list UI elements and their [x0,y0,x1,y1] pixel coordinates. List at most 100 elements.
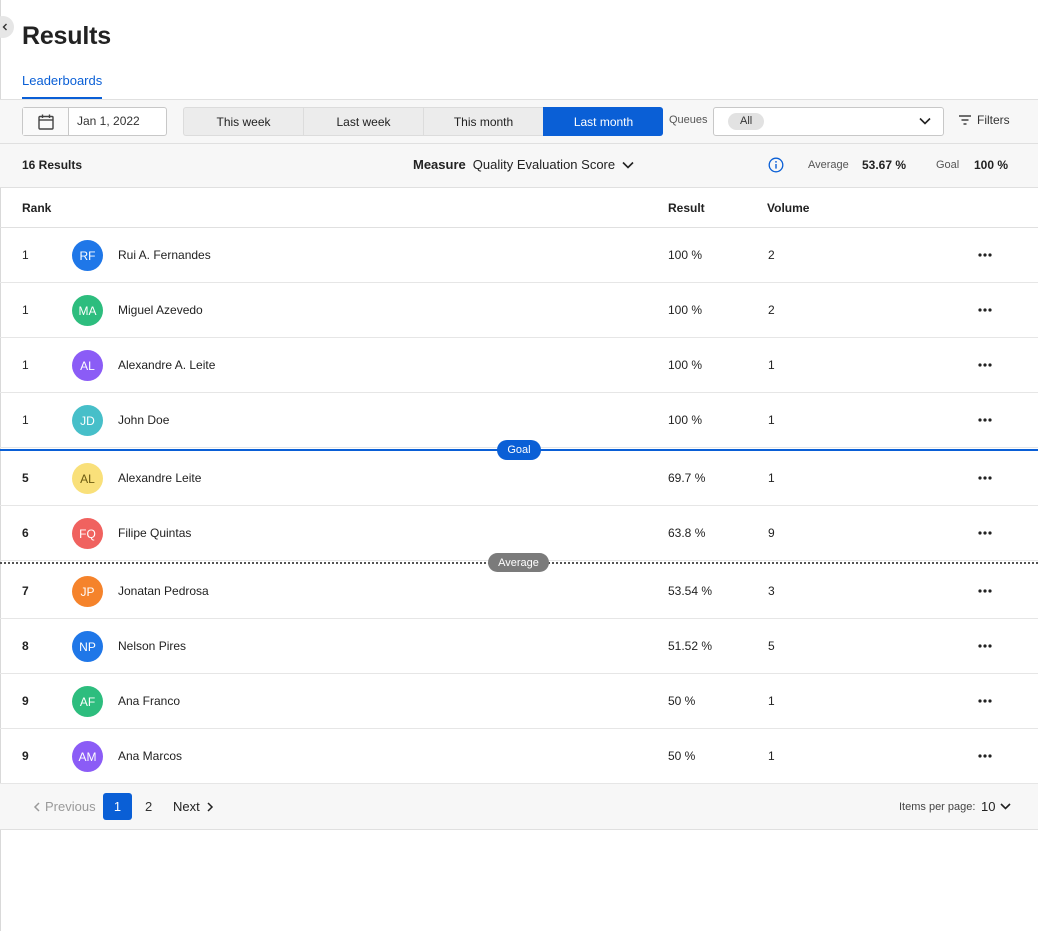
table-row[interactable]: 9 AF Ana Franco 50 % 1 [0,674,1038,729]
filters-button[interactable]: Filters [958,113,1010,127]
avatar: JP [72,576,103,607]
items-per-page-select[interactable]: 10 [981,799,1012,814]
agent-name: Ana Marcos [118,749,183,763]
more-options-button[interactable] [976,357,994,373]
agent-name: Miguel Azevedo [118,303,203,317]
date-value[interactable]: Jan 1, 2022 [69,108,140,135]
result-cell: 50 % [668,749,696,763]
measure-label: Measure [413,157,466,172]
more-options-button[interactable] [976,583,994,599]
page-1-button[interactable]: 1 [103,793,132,820]
filter-icon [959,115,971,125]
more-options-button[interactable] [976,302,994,318]
table-row[interactable]: 7 JP Jonatan Pedrosa 53.54 % 3 [0,564,1038,619]
items-per-page-label: Items per page: [899,801,976,813]
period-last-week-button[interactable]: Last week [303,107,423,136]
average-label: Average [808,159,849,171]
table-row[interactable]: 9 AM Ana Marcos 50 % 1 [0,729,1038,784]
result-cell: 69.7 % [668,471,706,485]
measure-value[interactable]: Quality Evaluation Score [473,157,615,172]
table-row[interactable]: 1 RF Rui A. Fernandes 100 % 2 [0,228,1038,283]
period-this-week-button[interactable]: This week [183,107,303,136]
result-cell: 51.52 % [668,639,713,653]
table-row[interactable]: 1 AL Alexandre A. Leite 100 % 1 [0,338,1038,393]
column-header-result: Result [668,201,705,215]
more-options-button[interactable] [976,748,994,764]
tab-bar: Leaderboards [0,68,1038,100]
chevron-left-icon [33,801,40,812]
column-header-volume: Volume [767,201,810,215]
more-horizontal-icon [978,644,992,648]
volume-cell: 1 [768,358,775,372]
results-count: 16 Results [22,158,83,172]
rank-cell: 9 [22,694,29,708]
table-header: Rank Result Volume [0,188,1038,228]
measure-select[interactable]: Measure Quality Evaluation Score [413,157,634,172]
rank-cell: 6 [22,526,29,540]
more-options-button[interactable] [976,638,994,654]
page-title: Results [22,22,111,50]
period-last-month-button[interactable]: Last month [543,107,663,136]
page-2-button[interactable]: 2 [145,799,152,814]
goal-label: Goal [936,159,960,171]
more-horizontal-icon [978,253,992,257]
info-icon[interactable] [768,157,784,173]
volume-cell: 5 [768,639,775,653]
table-row[interactable]: 8 NP Nelson Pires 51.52 % 5 [0,619,1038,674]
period-this-month-button[interactable]: This month [423,107,543,136]
avatar: FQ [72,518,103,549]
queues-select[interactable]: All [713,107,944,136]
tab-leaderboards[interactable]: Leaderboards [22,73,103,99]
chevron-down-icon [1000,803,1012,810]
agent-name: Filipe Quintas [118,526,192,540]
toolbar: Jan 1, 2022 This week Last week This mon… [0,100,1038,144]
average-value: 53.67 % [862,158,907,172]
volume-cell: 1 [768,471,775,485]
next-button[interactable]: Next [173,799,214,814]
more-options-button[interactable] [976,525,994,541]
avatar: AM [72,741,103,772]
agent-name: Jonatan Pedrosa [118,584,209,598]
rank-cell: 1 [22,303,29,317]
result-cell: 100 % [668,303,703,317]
more-horizontal-icon [978,754,992,758]
date-picker[interactable]: Jan 1, 2022 [22,107,167,136]
agent-name: John Doe [118,413,170,427]
chevron-right-icon [207,801,213,812]
avatar: AF [72,686,103,717]
avatar: JD [72,405,103,436]
previous-button[interactable]: Previous [33,799,96,814]
goal-badge: Goal [497,440,541,460]
more-horizontal-icon [978,699,992,703]
table-row[interactable]: 1 MA Miguel Azevedo 100 % 2 [0,283,1038,338]
summary-bar: 16 Results Measure Quality Evaluation Sc… [0,144,1038,188]
result-cell: 63.8 % [668,526,706,540]
volume-cell: 2 [768,303,775,317]
volume-cell: 9 [768,526,775,540]
rank-cell: 1 [22,358,29,372]
more-options-button[interactable] [976,412,994,428]
more-options-button[interactable] [976,693,994,709]
filters-label: Filters [977,113,1010,127]
more-options-button[interactable] [976,470,994,486]
collapse-panel-button[interactable] [0,16,14,38]
avatar: MA [72,295,103,326]
items-per-page-value: 10 [981,799,996,814]
more-options-button[interactable] [976,247,994,263]
volume-cell: 1 [768,749,775,763]
result-cell: 50 % [668,694,696,708]
rank-cell: 7 [22,584,29,598]
average-badge: Average [488,553,549,572]
agent-name: Alexandre A. Leite [118,358,216,372]
chevron-down-icon [622,161,634,169]
result-cell: 100 % [668,248,703,262]
result-cell: 100 % [668,413,703,427]
calendar-icon[interactable] [23,108,69,135]
rank-cell: 8 [22,639,29,653]
queue-chip[interactable]: All [728,113,765,130]
rank-cell: 1 [22,413,29,427]
agent-name: Ana Franco [118,694,181,708]
chevron-down-icon [919,117,931,125]
avatar: AL [72,463,103,494]
chevron-left-icon [2,23,7,31]
